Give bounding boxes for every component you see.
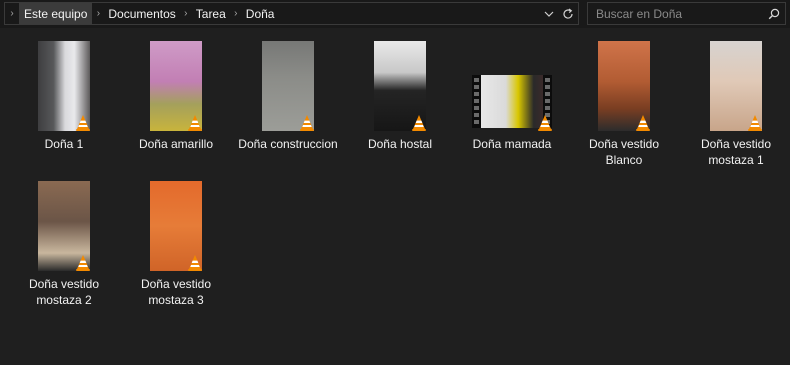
breadcrumb-dona[interactable]: Doña bbox=[242, 3, 279, 24]
vlc-cone-icon bbox=[76, 255, 90, 271]
address-toolbar: › Este equipo › Documentos › Tarea › Doñ… bbox=[0, 0, 790, 28]
vlc-cone-icon bbox=[300, 115, 314, 131]
video-frame bbox=[481, 75, 543, 128]
file-name[interactable]: Doña amarillo bbox=[122, 136, 230, 152]
file-item[interactable]: Doña mamada bbox=[456, 36, 568, 170]
file-name[interactable]: Doña vestido mostaza 2 bbox=[10, 276, 118, 308]
search-icon[interactable] bbox=[763, 8, 785, 20]
file-item[interactable]: Doña vestido mostaza 1 bbox=[680, 36, 790, 170]
vlc-cone-icon bbox=[636, 115, 650, 131]
file-item[interactable]: Doña 1 bbox=[8, 36, 120, 170]
address-bar[interactable]: › Este equipo › Documentos › Tarea › Doñ… bbox=[4, 2, 579, 25]
file-item[interactable]: Doña construccion bbox=[232, 36, 344, 170]
breadcrumb-chevron-icon[interactable]: › bbox=[92, 8, 104, 19]
file-name[interactable]: Doña 1 bbox=[10, 136, 118, 152]
breadcrumb-expand-icon[interactable]: › bbox=[5, 8, 19, 19]
vlc-cone-icon bbox=[188, 255, 202, 271]
breadcrumb-este-equipo[interactable]: Este equipo bbox=[19, 3, 93, 24]
vlc-cone-icon bbox=[538, 115, 552, 131]
breadcrumb-chevron-icon[interactable]: › bbox=[230, 8, 242, 19]
file-explorer-window: › Este equipo › Documentos › Tarea › Doñ… bbox=[0, 0, 790, 365]
file-name[interactable]: Doña mamada bbox=[458, 136, 566, 152]
breadcrumb-chevron-icon[interactable]: › bbox=[180, 8, 192, 19]
vlc-cone-icon bbox=[412, 115, 426, 131]
file-name[interactable]: Doña vestido mostaza 3 bbox=[122, 276, 230, 308]
file-item[interactable]: Doña vestido mostaza 3 bbox=[120, 176, 232, 310]
vlc-cone-icon bbox=[188, 115, 202, 131]
file-item[interactable]: Doña amarillo bbox=[120, 36, 232, 170]
vlc-cone-icon bbox=[748, 115, 762, 131]
file-name[interactable]: Doña vestido Blanco bbox=[570, 136, 678, 168]
vlc-cone-icon bbox=[76, 115, 90, 131]
breadcrumb-tarea[interactable]: Tarea bbox=[192, 3, 230, 24]
file-name[interactable]: Doña hostal bbox=[346, 136, 454, 152]
search-input[interactable] bbox=[588, 3, 763, 24]
chevron-down-icon[interactable] bbox=[540, 3, 558, 24]
file-name[interactable]: Doña vestido mostaza 1 bbox=[682, 136, 790, 168]
search-box[interactable] bbox=[587, 2, 786, 25]
file-item[interactable]: Doña vestido Blanco bbox=[568, 36, 680, 170]
breadcrumb-documentos[interactable]: Documentos bbox=[104, 3, 179, 24]
film-strip-left bbox=[472, 75, 481, 128]
refresh-icon[interactable] bbox=[558, 3, 578, 24]
file-name[interactable]: Doña construccion bbox=[234, 136, 342, 152]
file-item[interactable]: Doña vestido mostaza 2 bbox=[8, 176, 120, 310]
file-grid: Doña 1 Doña amarillo Doña construccion D… bbox=[8, 36, 788, 310]
file-item[interactable]: Doña hostal bbox=[344, 36, 456, 170]
